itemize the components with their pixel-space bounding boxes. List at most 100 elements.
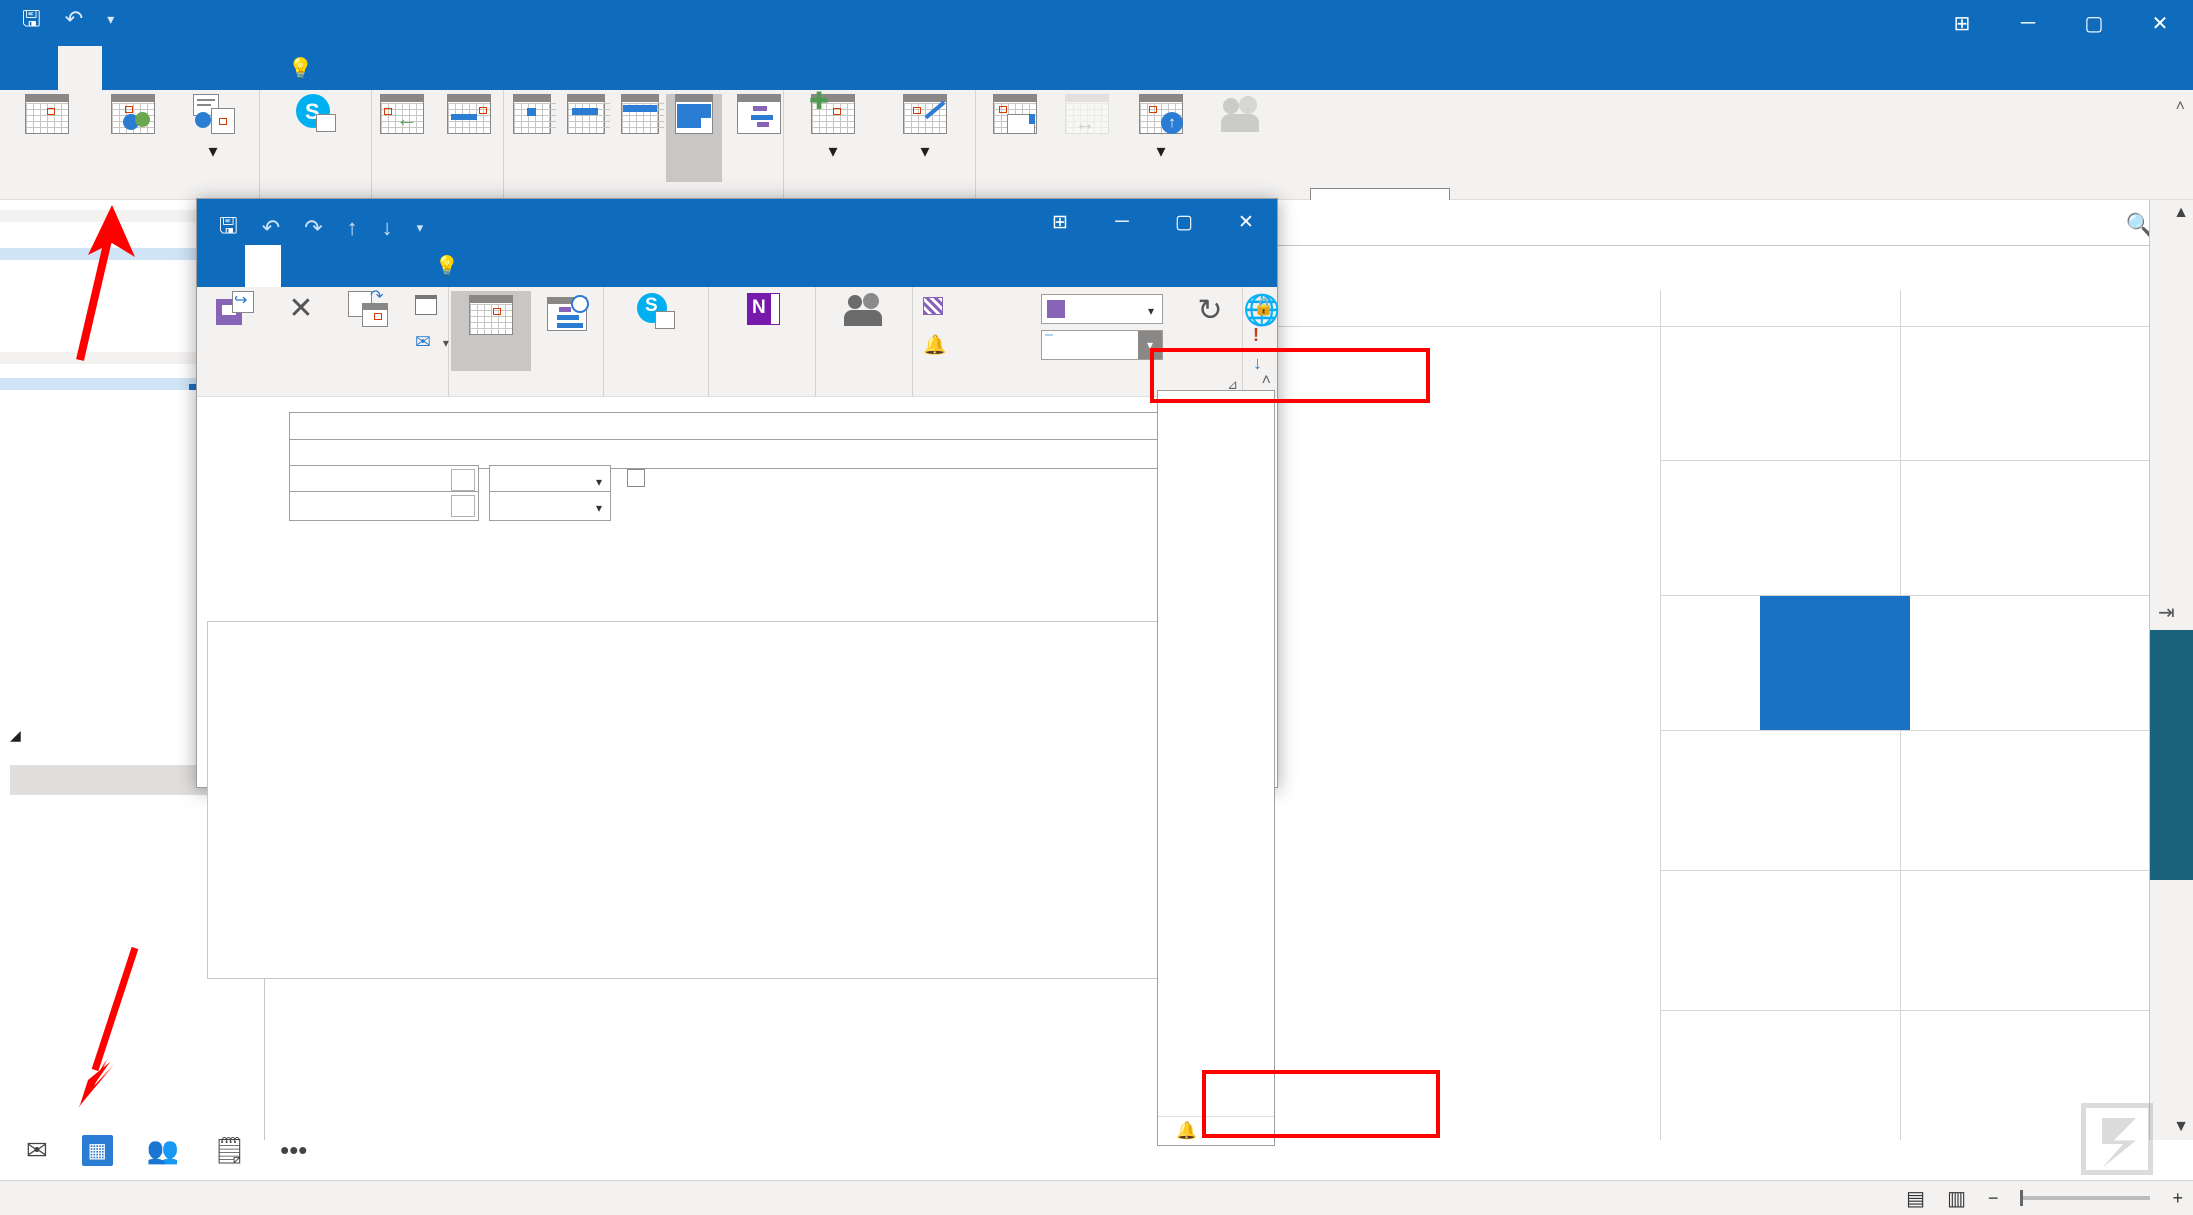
- date-picker-icon[interactable]: [451, 495, 475, 517]
- tab-view[interactable]: [190, 46, 234, 90]
- tell-me-box[interactable]: 💡: [278, 46, 344, 90]
- calendar-button[interactable]: [415, 295, 443, 315]
- maximize-icon[interactable]: ▢: [1153, 199, 1215, 245]
- tab-file[interactable]: [14, 46, 58, 90]
- reminder-option[interactable]: [1158, 884, 1274, 913]
- day-cell[interactable]: [151, 254, 189, 260]
- reminder-sound-option[interactable]: 🔔: [1158, 1116, 1274, 1145]
- checkbox-icon[interactable]: [627, 469, 645, 487]
- mail-icon[interactable]: ✉: [26, 1135, 48, 1166]
- calendar-icon[interactable]: ▦: [82, 1135, 113, 1166]
- reminder-option[interactable]: [1158, 594, 1274, 623]
- collapse-ribbon-icon[interactable]: ˄: [1262, 372, 1271, 390]
- reminder-option[interactable]: [1158, 449, 1274, 478]
- publish-online-button[interactable]: ↑ ▾: [1122, 94, 1200, 182]
- appointment-view-button[interactable]: [451, 291, 531, 371]
- people-icon[interactable]: 👥: [147, 1135, 179, 1166]
- my-calendars-header[interactable]: ◢: [10, 727, 29, 744]
- calendar-groups-button[interactable]: ▾: [880, 94, 970, 182]
- zoom-in-icon[interactable]: +: [2172, 1188, 2183, 1209]
- work-week-view-button[interactable]: [558, 94, 614, 182]
- next-appointment-rail[interactable]: ▲ ▼ ⇥: [2149, 200, 2193, 1140]
- chevron-down-icon[interactable]: ▾: [596, 501, 602, 515]
- minimize-icon[interactable]: ─: [1091, 199, 1153, 245]
- tab-insert[interactable]: [281, 245, 317, 287]
- selected-day-cell[interactable]: [1760, 596, 1910, 730]
- copy-to-my-calendar-button[interactable]: ↷: [327, 291, 411, 327]
- all-day-event-checkbox[interactable]: [627, 469, 655, 487]
- forward-button[interactable]: ✉ ▾: [415, 331, 449, 354]
- reminder-option[interactable]: [1158, 681, 1274, 710]
- month-view-button[interactable]: [666, 94, 722, 182]
- maximize-icon[interactable]: ▢: [2061, 0, 2127, 46]
- save-close-button[interactable]: ↪: [201, 291, 271, 327]
- chevron-down-icon[interactable]: ▾: [1148, 304, 1154, 318]
- tell-me-box[interactable]: 💡: [425, 245, 485, 287]
- chevron-down-icon[interactable]: ▾: [596, 475, 602, 489]
- reminder-option[interactable]: [1158, 652, 1274, 681]
- reminder-option[interactable]: [1158, 1029, 1274, 1058]
- tab-file[interactable]: [209, 245, 245, 287]
- date-picker-icon[interactable]: [451, 469, 475, 491]
- peek-strip[interactable]: [2150, 630, 2193, 880]
- scheduling-view-button[interactable]: [533, 291, 605, 333]
- day-cell[interactable]: [38, 402, 76, 408]
- reminder-option[interactable]: [1158, 826, 1274, 855]
- subject-input[interactable]: [289, 412, 1265, 442]
- ribbon-display-icon[interactable]: ⊞: [1029, 199, 1091, 245]
- close-icon[interactable]: ✕: [2127, 0, 2193, 46]
- high-importance-button[interactable]: !: [1253, 325, 1267, 346]
- day-cell[interactable]: [0, 402, 38, 408]
- reminder-option[interactable]: [1158, 391, 1274, 420]
- tab-appointment[interactable]: [245, 245, 281, 287]
- tab-help[interactable]: [389, 245, 425, 287]
- scroll-up-icon[interactable]: ▲: [2173, 204, 2189, 222]
- reminder-option[interactable]: [1158, 507, 1274, 536]
- new-items-button[interactable]: ▾: [170, 94, 256, 182]
- tab-home[interactable]: [58, 46, 102, 90]
- day-cell[interactable]: [76, 402, 114, 408]
- tab-format-text[interactable]: [317, 245, 353, 287]
- reminder-option[interactable]: [1158, 1058, 1274, 1087]
- low-importance-button[interactable]: ↓: [1253, 353, 1270, 374]
- reminder-option[interactable]: [1158, 420, 1274, 449]
- zoom-slider[interactable]: [2020, 1196, 2150, 1200]
- new-meeting-button[interactable]: [90, 94, 176, 182]
- reminder-option[interactable]: [1158, 623, 1274, 652]
- scroll-down-icon[interactable]: ▼: [2173, 1118, 2189, 1136]
- close-icon[interactable]: ✕: [1215, 199, 1277, 245]
- reminder-option[interactable]: [1158, 1000, 1274, 1029]
- week-view-button[interactable]: [612, 94, 668, 182]
- reminder-option[interactable]: [1158, 739, 1274, 768]
- next-7-days-button[interactable]: [434, 94, 504, 182]
- reminder-option[interactable]: [1158, 768, 1274, 797]
- day-view-button[interactable]: [504, 94, 560, 182]
- reminder-option[interactable]: [1158, 1087, 1274, 1116]
- minimize-icon[interactable]: ─: [1995, 0, 2061, 46]
- day-cell[interactable]: [0, 254, 38, 260]
- email-calendar-button[interactable]: [976, 94, 1054, 182]
- day-cell[interactable]: [114, 402, 152, 408]
- invite-attendees-button[interactable]: [820, 291, 908, 331]
- end-date-input[interactable]: [289, 491, 479, 521]
- open-calendar-button[interactable]: ✚ ▾: [788, 94, 878, 182]
- show-as-select[interactable]: ▾: [1041, 294, 1163, 324]
- appointment-body-editor[interactable]: [207, 621, 1269, 979]
- tab-folder[interactable]: [146, 46, 190, 90]
- delete-button[interactable]: ✕: [273, 291, 329, 327]
- reminder-dropdown-list[interactable]: 🔔: [1157, 390, 1275, 1146]
- expand-arrow-icon[interactable]: ⇥: [2158, 600, 2175, 625]
- reminder-option[interactable]: [1158, 478, 1274, 507]
- reminder-option[interactable]: [1158, 710, 1274, 739]
- zoom-out-icon[interactable]: −: [1988, 1188, 1999, 1209]
- reminder-combobox[interactable]: ▾: [1041, 330, 1163, 360]
- reminder-option[interactable]: [1158, 971, 1274, 1000]
- collapse-ribbon-icon[interactable]: ˄: [2176, 98, 2185, 116]
- new-appointment-button[interactable]: [4, 94, 90, 182]
- tab-help[interactable]: [234, 46, 278, 90]
- reminder-option[interactable]: [1158, 855, 1274, 884]
- private-button[interactable]: 🔒: [1253, 297, 1282, 317]
- skype-meeting-button[interactable]: S: [618, 291, 694, 331]
- tab-send-receive[interactable]: [102, 46, 146, 90]
- new-skype-meeting-button[interactable]: S: [273, 94, 359, 182]
